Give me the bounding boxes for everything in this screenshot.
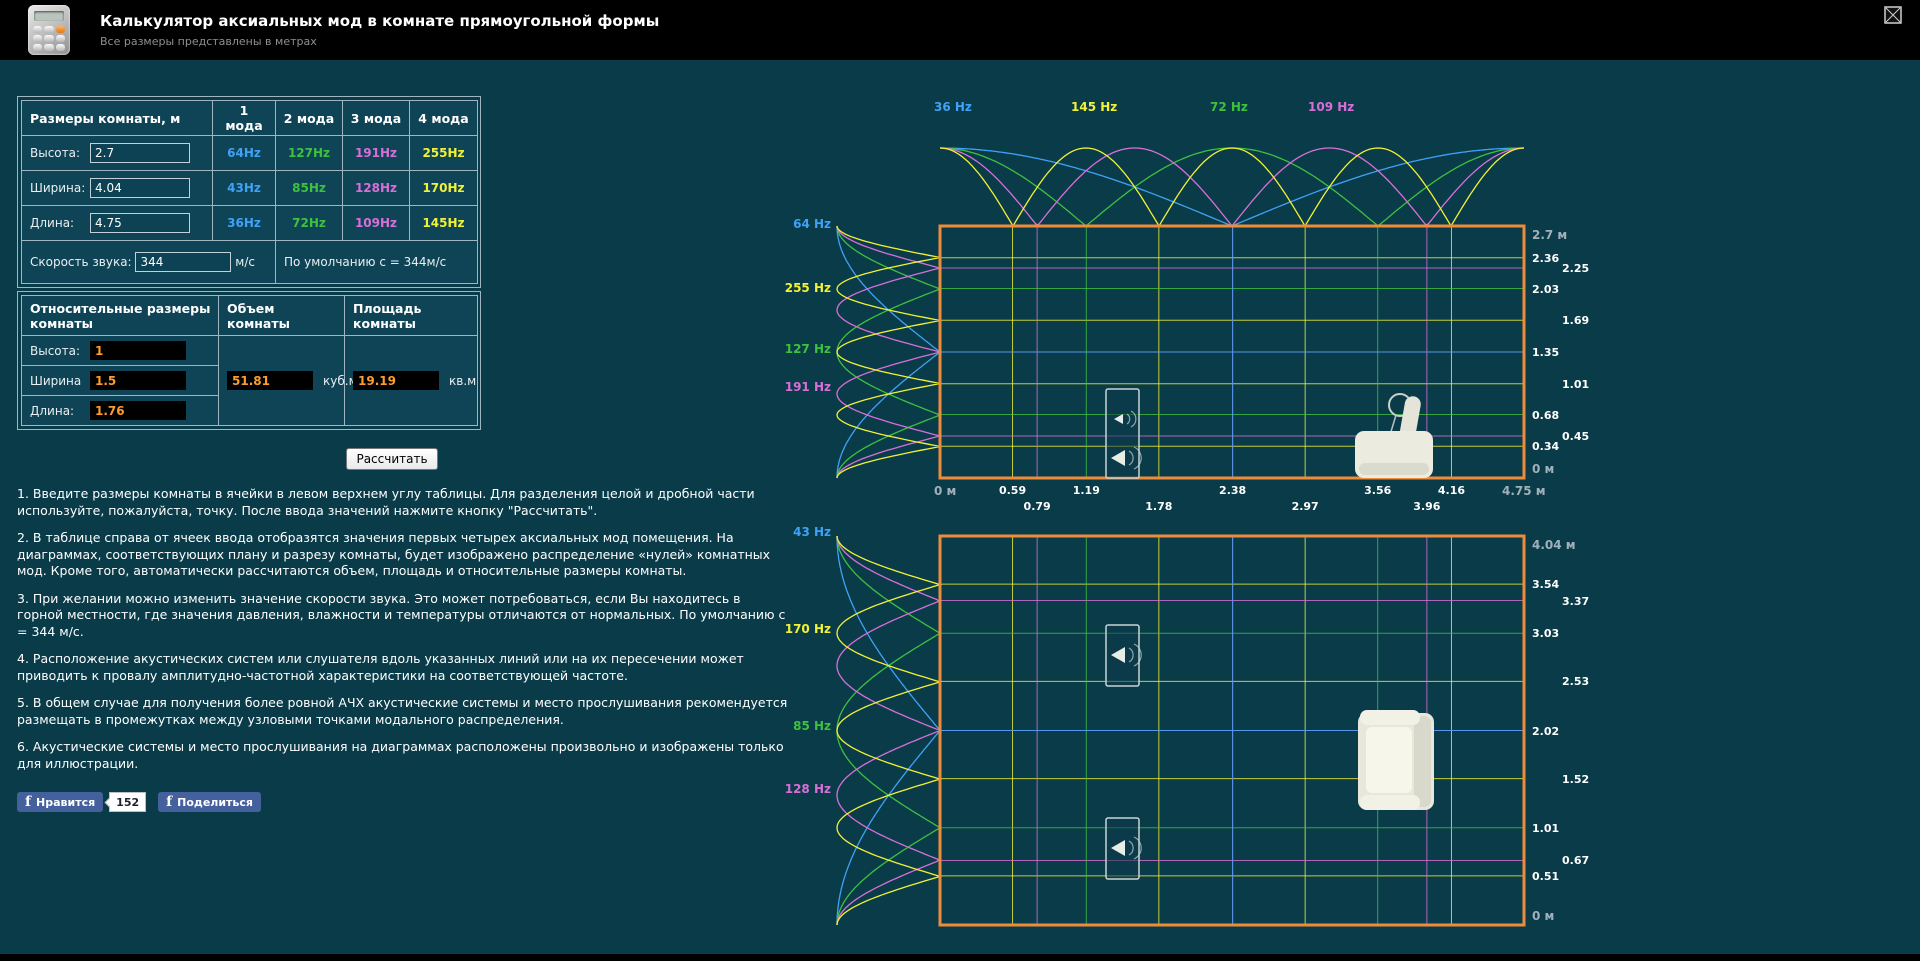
length-mode-curve [939, 147, 1525, 228]
listener-chair-icon [1355, 393, 1433, 478]
bottom-bar [0, 954, 1920, 961]
axial-mode-calculator-page: Калькулятор аксиальных мод в комнате пря… [0, 0, 1920, 961]
armchair-top-icon [1358, 710, 1434, 810]
speaker-top-right-icon [1105, 817, 1142, 880]
mode-diagrams-canvas [836, 147, 1526, 927]
speaker-top-left-icon [1105, 624, 1142, 687]
vertical-mode-curve [836, 225, 943, 479]
speaker-side-icon [1105, 388, 1142, 479]
vertical-mode-curve [836, 535, 942, 926]
